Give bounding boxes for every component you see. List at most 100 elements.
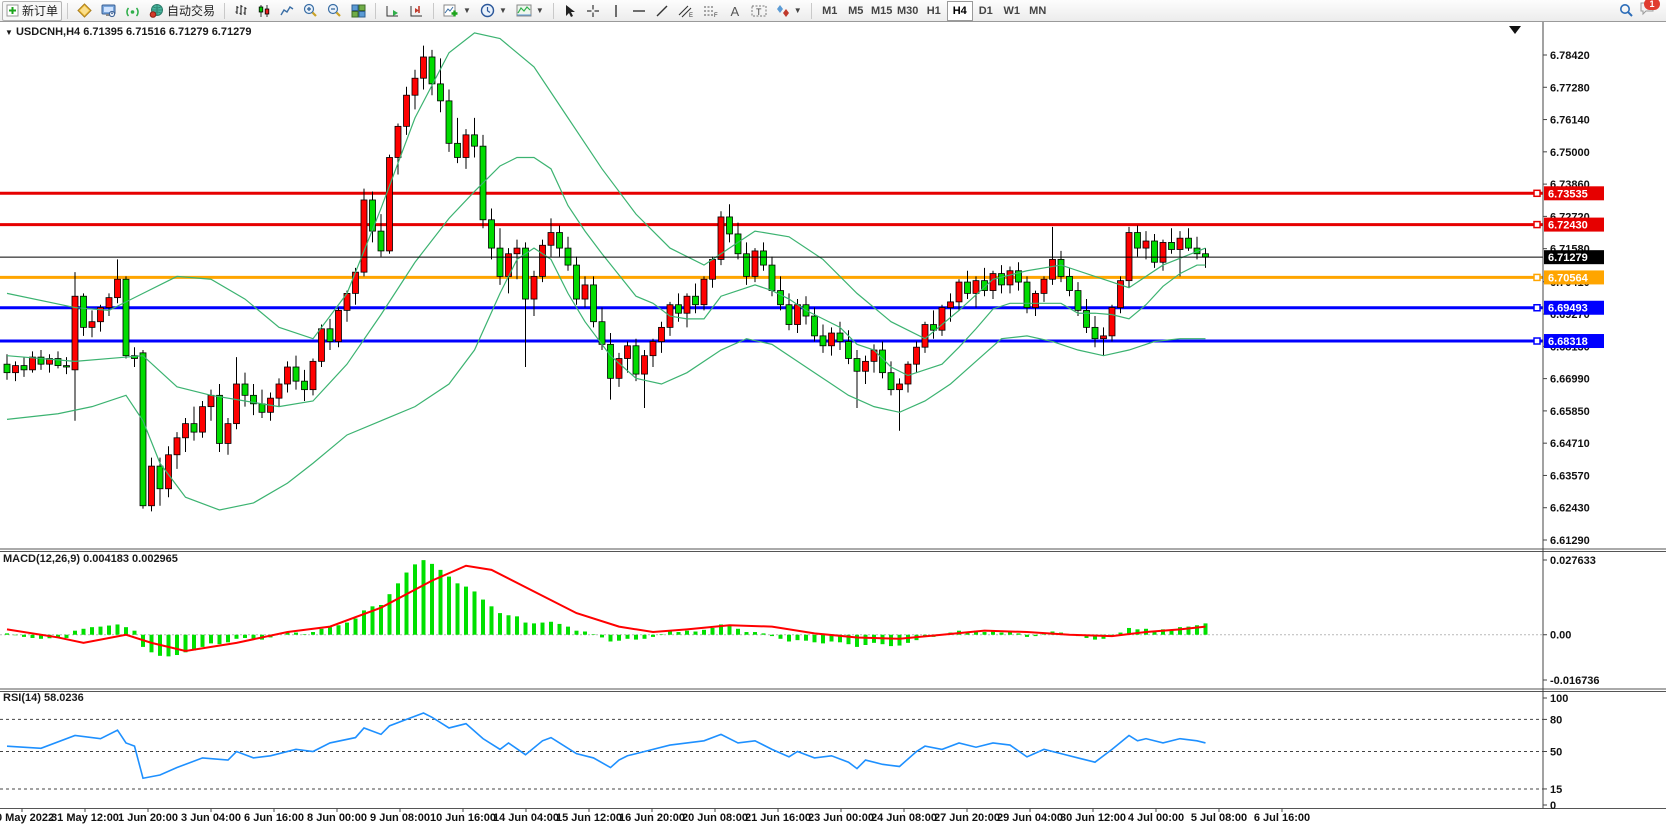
bid-price-text: 6.71279 — [1548, 252, 1588, 264]
toolbar-separator — [553, 3, 554, 19]
candle-body — [1203, 254, 1209, 257]
rsi-axis-tick: 50 — [1550, 747, 1562, 759]
periods-button[interactable]: ▼ — [476, 1, 511, 21]
candle-body — [922, 325, 928, 348]
line-end-marker[interactable] — [1534, 190, 1540, 196]
timeframe-h1[interactable]: H1 — [921, 1, 947, 21]
candle-body — [1152, 241, 1158, 262]
indicators-button[interactable]: ▼ — [439, 1, 475, 21]
candle-body — [378, 231, 384, 251]
svg-text:6.75000: 6.75000 — [1550, 147, 1590, 159]
price-tag-text: 6.73535 — [1548, 188, 1588, 200]
candle-body — [837, 333, 843, 341]
timeframe-bar: M1M5M15M30H1H4D1W1MN — [817, 1, 1051, 21]
cursor-icon — [563, 4, 576, 18]
dropdown-caret: ▼ — [499, 6, 507, 15]
timeframe-m15[interactable]: M15 — [869, 1, 895, 21]
text-icon: A — [728, 4, 741, 18]
candle-body — [540, 245, 546, 276]
templates-button[interactable]: ▼ — [512, 1, 548, 21]
trendline-tool-button[interactable] — [651, 1, 673, 21]
horizontal-line-tool-button[interactable] — [628, 1, 650, 21]
timeframe-m30[interactable]: M30 — [895, 1, 921, 21]
candle-body — [778, 291, 784, 305]
svg-text:6.78420: 6.78420 — [1550, 50, 1590, 62]
signals-icon — [125, 4, 140, 18]
tile-windows-button[interactable] — [347, 1, 370, 21]
autotrading-label: 自动交易 — [167, 2, 215, 19]
candle-body — [489, 220, 495, 248]
timeframe-m5[interactable]: M5 — [843, 1, 869, 21]
candle-body — [1169, 242, 1175, 249]
symbol-dropdown-arrow[interactable]: ▼ — [5, 28, 13, 37]
candle-body — [574, 265, 580, 299]
toolbar: 新订单 自动交易 — [0, 0, 1666, 22]
candle-body — [225, 424, 231, 444]
candle-body — [149, 466, 155, 506]
arrows-tool-button[interactable]: ▼ — [772, 1, 806, 21]
auto-scroll-button[interactable] — [381, 1, 404, 21]
search-button[interactable] — [1615, 1, 1638, 21]
line-end-marker[interactable] — [1534, 305, 1540, 311]
chart-canvas[interactable]: 6.784206.772806.761406.750006.738606.727… — [0, 22, 1666, 824]
terminal-button[interactable] — [97, 1, 120, 21]
line-chart-mode-button[interactable] — [276, 1, 298, 21]
candle-body — [956, 282, 962, 302]
timeframe-d1[interactable]: D1 — [973, 1, 999, 21]
candle-body — [157, 466, 163, 489]
autotrading-button[interactable]: 自动交易 — [145, 1, 219, 21]
vertical-line-tool-button[interactable] — [605, 1, 627, 21]
svg-text:6.65850: 6.65850 — [1550, 406, 1590, 418]
macd-indicator-label: MACD(12,26,9) 0.004183 0.002965 — [3, 553, 178, 565]
price-tag-text: 6.69493 — [1548, 303, 1588, 315]
line-end-marker[interactable] — [1534, 222, 1540, 228]
metaeditor-button[interactable] — [73, 1, 96, 21]
time-axis-label: 5 Jul 08:00 — [1191, 812, 1247, 824]
candlestick-icon — [257, 4, 271, 18]
toolbar-separator — [433, 3, 434, 19]
svg-text:6.76140: 6.76140 — [1550, 115, 1590, 127]
fibonacci-icon: F — [703, 4, 719, 18]
timeframe-m1[interactable]: M1 — [817, 1, 843, 21]
timeframe-w1[interactable]: W1 — [999, 1, 1025, 21]
bar-chart-mode-button[interactable] — [230, 1, 252, 21]
candle-body — [4, 364, 10, 372]
line-end-marker[interactable] — [1534, 338, 1540, 344]
crosshair-tool-button[interactable] — [582, 1, 604, 21]
fibonacci-tool-button[interactable]: F — [699, 1, 723, 21]
time-axis-label: 20 Jun 08:00 — [682, 812, 748, 824]
candle-body — [115, 279, 121, 297]
search-icon — [1619, 3, 1634, 18]
new-order-button[interactable]: 新订单 — [2, 1, 62, 21]
cursor-tool-button[interactable] — [559, 1, 581, 21]
candle-body — [846, 342, 852, 359]
text-label-tool-button[interactable]: T — [747, 1, 771, 21]
text-tool-button[interactable]: A — [724, 1, 746, 21]
time-axis-label: 3 Jun 04:00 — [181, 812, 241, 824]
candlestick-mode-button[interactable] — [253, 1, 275, 21]
time-axis-label: 15 Jun 12:00 — [556, 812, 622, 824]
candle-body — [1067, 276, 1073, 290]
candle-body — [659, 327, 665, 341]
svg-text:E: E — [689, 13, 693, 18]
notifications-button[interactable]: 1 — [1639, 1, 1656, 21]
candle-body — [200, 407, 206, 432]
candle-body — [302, 381, 308, 389]
timeframe-h4[interactable]: H4 — [947, 1, 973, 21]
candle-body — [455, 143, 461, 157]
zoom-in-button[interactable] — [299, 1, 322, 21]
equidistant-channel-tool-button[interactable]: E — [674, 1, 698, 21]
signals-button[interactable] — [121, 1, 144, 21]
candle-body — [752, 251, 758, 276]
chart-shift-button[interactable] — [405, 1, 428, 21]
candle-body — [795, 305, 801, 325]
zoom-out-button[interactable] — [323, 1, 346, 21]
candle-body — [990, 274, 996, 291]
template-icon — [516, 4, 532, 18]
candle-body — [582, 285, 588, 299]
timeframe-mn[interactable]: MN — [1025, 1, 1051, 21]
line-end-marker[interactable] — [1534, 274, 1540, 280]
auto-scroll-icon — [385, 4, 400, 18]
new-order-icon — [6, 4, 19, 17]
candle-body — [812, 316, 818, 336]
